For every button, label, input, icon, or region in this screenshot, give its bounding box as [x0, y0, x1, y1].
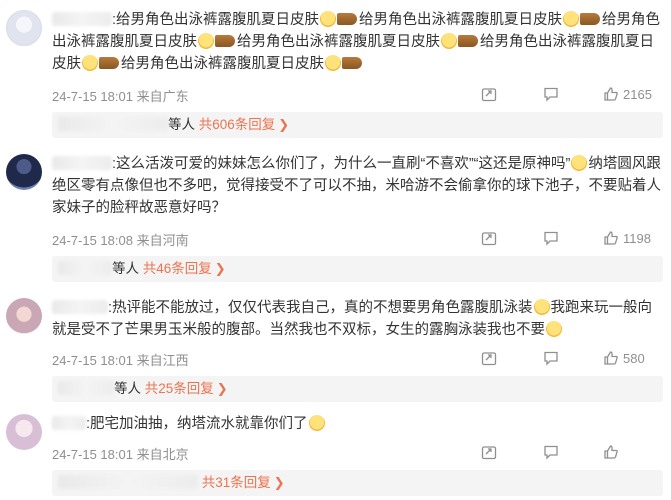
emoji-icon [546, 321, 562, 337]
username-redacted[interactable] [52, 156, 112, 170]
hand-icon [580, 13, 601, 25]
share-icon [481, 88, 497, 102]
avatar[interactable] [6, 414, 42, 450]
share-icon [481, 352, 497, 366]
comment-action[interactable] [543, 86, 559, 104]
hand-icon [342, 57, 362, 69]
share-action[interactable] [481, 444, 497, 462]
comment-meta: 24-7-15 18:08 来自河南 [52, 233, 189, 248]
comment-icon [544, 87, 558, 102]
share-action[interactable] [481, 350, 497, 368]
hand-icon [458, 35, 478, 47]
emoji-icon [198, 33, 214, 49]
avatar[interactable] [6, 10, 42, 46]
reply-users-redacted [58, 117, 168, 131]
emoji-icon [533, 299, 550, 315]
emoji-icon [563, 11, 580, 27]
comment-meta: 24-7-15 18:01 来自广东 [52, 89, 189, 104]
comment-actions: 2165 [403, 86, 663, 104]
share-action[interactable] [481, 86, 497, 104]
reply-bar[interactable]: 等人 共606条回复 ❯ [52, 112, 663, 138]
username-redacted[interactable] [52, 12, 112, 26]
like-icon [604, 231, 618, 245]
emoji-icon [308, 415, 325, 431]
emoji-icon [441, 33, 457, 49]
like-count: 580 [623, 351, 645, 366]
emoji-icon [325, 55, 341, 71]
avatar[interactable] [6, 154, 42, 190]
comment-text: :给男角色出泳裤露腹肌夏日皮肤 给男角色出泳裤露腹肌夏日皮肤 给男角色出泳裤露腹肌夏… [52, 11, 661, 72]
comment-icon [544, 445, 558, 460]
more-replies-link[interactable]: 共46条回复 [143, 261, 212, 276]
chevron-right-icon: ❯ [278, 117, 290, 132]
like-count: 2165 [623, 87, 652, 102]
chevron-right-icon: ❯ [273, 475, 285, 490]
chevron-right-icon: ❯ [214, 261, 226, 276]
hand-icon [99, 57, 119, 69]
username-redacted[interactable] [52, 416, 86, 430]
reply-bar[interactable]: 等人 共25条回复 ❯ [52, 376, 663, 402]
share-icon [481, 446, 497, 460]
reply-users-redacted [58, 261, 112, 275]
comment-action[interactable] [543, 350, 559, 368]
hand-icon [215, 35, 235, 47]
comment-text: :肥宅加油抽，纳塔流水就靠你们了 [52, 413, 662, 435]
comment-action[interactable] [543, 230, 559, 248]
like-action[interactable] [603, 444, 619, 462]
reply-users-redacted [58, 475, 198, 489]
more-replies-link[interactable]: 共25条回复 [145, 381, 214, 396]
comment-text: :这么活泼可爱的妹妹怎么你们了，为什么一直刷“不喜欢”“这还是原神吗” 纳塔圆风跟… [52, 155, 661, 216]
like-action[interactable]: 580 [603, 350, 645, 368]
comment-icon [544, 231, 558, 246]
more-replies-link[interactable]: 共606条回复 [199, 117, 276, 132]
like-action[interactable]: 1198 [603, 230, 651, 248]
more-replies-link[interactable]: 共31条回复 [202, 475, 271, 490]
reply-bar[interactable]: 共31条回复 ❯ [52, 470, 663, 496]
like-icon [604, 87, 618, 101]
comment-text: :热评能不能放过，仅仅代表我自己，真的不想要男角色露腹肌泳装 我跑来玩一般向就是受… [52, 299, 653, 338]
comment-actions: 1198 [403, 230, 663, 248]
share-icon [481, 232, 497, 246]
comment-action[interactable] [543, 444, 559, 462]
comment-actions: 580 [403, 350, 663, 368]
reply-users-redacted [58, 381, 114, 395]
emoji-icon [82, 55, 98, 71]
chevron-right-icon: ❯ [216, 381, 228, 396]
like-icon [604, 445, 618, 459]
username-redacted[interactable] [52, 300, 108, 314]
comment-meta: 24-7-15 18:01 来自北京 [52, 447, 189, 462]
like-action[interactable]: 2165 [603, 86, 652, 104]
comment-actions [403, 444, 663, 462]
emoji-icon [320, 11, 337, 27]
avatar[interactable] [6, 298, 42, 334]
emoji-icon [571, 155, 588, 171]
hand-icon [337, 13, 358, 25]
comment-meta: 24-7-15 18:01 来自江西 [52, 353, 189, 368]
like-icon [604, 351, 618, 365]
like-count: 1198 [623, 231, 651, 246]
share-action[interactable] [481, 230, 497, 248]
reply-bar[interactable]: 等人 共46条回复 ❯ [52, 256, 663, 282]
comment-icon [544, 351, 558, 366]
